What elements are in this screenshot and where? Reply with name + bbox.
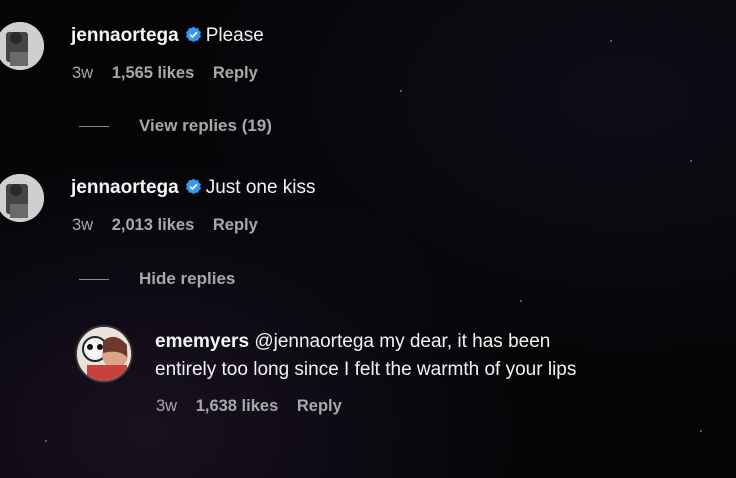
comment-meta: 3w 2,013 likes Reply	[72, 216, 272, 235]
divider-line	[79, 125, 109, 127]
username[interactable]: jennaortega	[71, 177, 179, 198]
username[interactable]: jennaortega	[71, 25, 179, 46]
star-decoration	[690, 160, 692, 162]
divider-line	[79, 278, 109, 280]
username[interactable]: ememyers	[155, 331, 249, 352]
comment-age: 3w	[72, 216, 94, 234]
comment-body: jennaortega Just one kiss	[71, 174, 316, 202]
reply-button[interactable]: Reply	[213, 216, 258, 234]
likes-count[interactable]: 2,013 likes	[112, 216, 195, 234]
star-decoration	[400, 90, 402, 92]
view-replies-button[interactable]: View replies (19)	[79, 116, 272, 136]
reply-text-line2: entirely too long since I felt the warmt…	[155, 359, 577, 380]
hide-replies-button[interactable]: Hide replies	[79, 269, 235, 289]
star-decoration	[45, 440, 47, 442]
comment-meta: 3w 1,565 likes Reply	[72, 64, 272, 83]
comment-text: Just one kiss	[205, 177, 316, 198]
star-decoration	[700, 430, 702, 432]
reply-text-line1: @jennaortega my dear, it has been	[254, 331, 551, 352]
star-decoration	[610, 40, 612, 42]
view-replies-label: View replies (19)	[139, 116, 272, 135]
comment-age: 3w	[72, 64, 94, 82]
likes-count[interactable]: 1,565 likes	[112, 64, 195, 82]
reply-body-line2: entirely too long since I felt the warmt…	[155, 356, 576, 384]
reply-button[interactable]: Reply	[213, 64, 258, 82]
comment-body: jennaortega Please	[71, 22, 264, 50]
star-decoration	[520, 300, 522, 302]
hide-replies-label: Hide replies	[139, 269, 236, 288]
verified-badge-icon	[185, 26, 201, 43]
reply-meta: 3w 1,638 likes Reply	[156, 397, 356, 416]
reply-body-line1: ememyers @jennaortega my dear, it has be…	[155, 328, 550, 356]
comment-text: Please	[205, 25, 264, 46]
avatar[interactable]	[75, 325, 133, 383]
likes-count[interactable]: 1,638 likes	[196, 397, 279, 415]
verified-badge-icon	[185, 178, 201, 195]
profile-photo-icon	[77, 327, 131, 381]
reply-button[interactable]: Reply	[297, 397, 342, 415]
comment-age: 3w	[156, 397, 178, 415]
